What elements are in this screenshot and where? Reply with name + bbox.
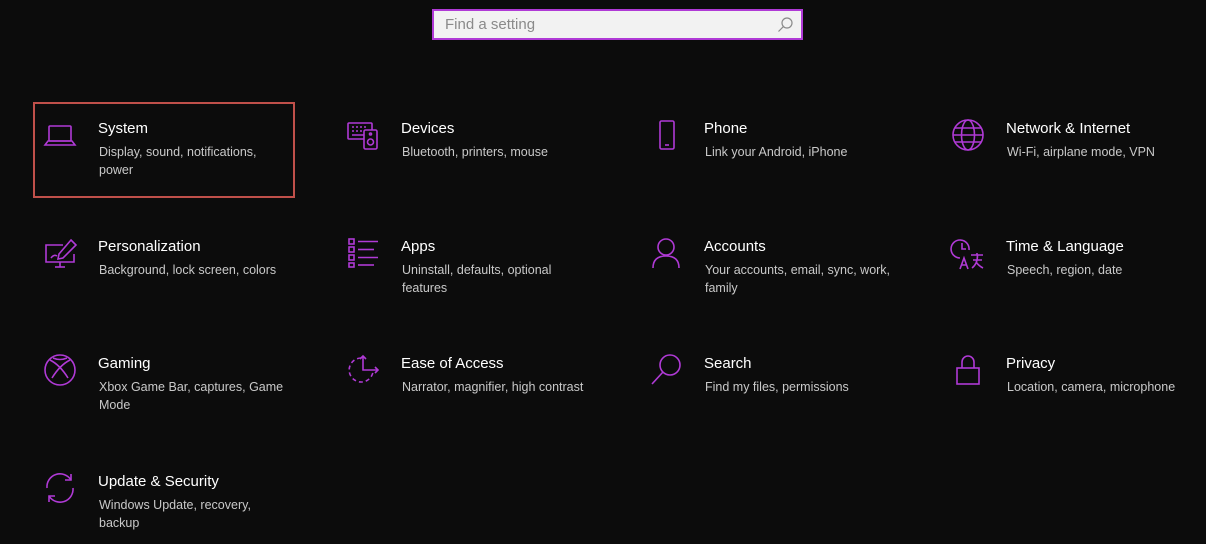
search-icon[interactable] bbox=[777, 16, 794, 33]
apps-list-icon bbox=[344, 234, 382, 272]
tile-title: Personalization bbox=[98, 238, 201, 255]
tile-title: Ease of Access bbox=[401, 355, 504, 372]
tile-title: Network & Internet bbox=[1006, 120, 1131, 137]
tile-devices[interactable]: Devices Bluetooth, printers, mouse bbox=[336, 102, 598, 198]
tile-description: Background, lock screen, colors bbox=[99, 263, 277, 277]
tile-update-security[interactable]: Update & Security Windows Update, recove… bbox=[33, 455, 295, 544]
tile-title: Apps bbox=[401, 238, 436, 255]
ease-of-access-icon bbox=[344, 351, 382, 389]
tile-description: Windows Update, recovery, backup bbox=[99, 498, 251, 530]
tile-ease-of-access[interactable]: Ease of Access Narrator, magnifier, high… bbox=[336, 337, 598, 433]
paint-icon bbox=[41, 234, 79, 272]
settings-home: System Display, sound, notifications, po… bbox=[0, 0, 1206, 544]
tile-title: Privacy bbox=[1006, 355, 1056, 372]
tile-description: Display, sound, notifications, power bbox=[99, 145, 257, 177]
tile-personalization[interactable]: Personalization Background, lock screen,… bbox=[33, 220, 295, 316]
tile-gaming[interactable]: Gaming Xbox Game Bar, captures, Game Mod… bbox=[33, 337, 295, 433]
tile-title: Accounts bbox=[704, 238, 766, 255]
search-box[interactable] bbox=[432, 9, 803, 40]
tile-title: Devices bbox=[401, 120, 455, 137]
sync-icon bbox=[41, 469, 79, 507]
globe-icon bbox=[949, 116, 987, 154]
tile-description: Narrator, magnifier, high contrast bbox=[402, 380, 584, 394]
tile-system[interactable]: System Display, sound, notifications, po… bbox=[33, 102, 295, 198]
tile-title: Search bbox=[704, 355, 752, 372]
search-input[interactable] bbox=[434, 11, 775, 38]
lock-icon bbox=[949, 351, 987, 389]
tile-title: Time & Language bbox=[1006, 238, 1124, 255]
tile-network[interactable]: Network & Internet Wi-Fi, airplane mode,… bbox=[941, 102, 1203, 198]
tile-accounts[interactable]: Accounts Your accounts, email, sync, wor… bbox=[639, 220, 901, 316]
magnifier-icon bbox=[647, 351, 685, 389]
tile-description: Location, camera, microphone bbox=[1007, 380, 1176, 394]
tile-description: Speech, region, date bbox=[1007, 263, 1123, 277]
person-icon bbox=[647, 234, 685, 272]
phone-icon bbox=[647, 116, 685, 154]
tile-description: Xbox Game Bar, captures, Game Mode bbox=[99, 380, 284, 412]
tile-description: Wi-Fi, airplane mode, VPN bbox=[1007, 145, 1155, 159]
tile-description: Your accounts, email, sync, work, family bbox=[705, 263, 891, 295]
time-language-icon bbox=[949, 234, 987, 272]
tile-time-language[interactable]: Time & Language Speech, region, date bbox=[941, 220, 1203, 316]
tile-title: Gaming bbox=[98, 355, 151, 372]
tile-search[interactable]: Search Find my files, permissions bbox=[639, 337, 901, 433]
tile-description: Uninstall, defaults, optional features bbox=[402, 263, 552, 295]
tile-phone[interactable]: Phone Link your Android, iPhone bbox=[639, 102, 901, 198]
devices-icon bbox=[344, 116, 382, 154]
tile-title: System bbox=[98, 120, 149, 137]
tile-title: Phone bbox=[704, 120, 748, 137]
tile-privacy[interactable]: Privacy Location, camera, microphone bbox=[941, 337, 1203, 433]
laptop-icon bbox=[41, 116, 79, 154]
tile-apps[interactable]: Apps Uninstall, defaults, optional featu… bbox=[336, 220, 598, 316]
tile-description: Find my files, permissions bbox=[705, 380, 849, 394]
xbox-icon bbox=[41, 351, 79, 389]
tile-description: Link your Android, iPhone bbox=[705, 145, 848, 159]
tile-title: Update & Security bbox=[98, 473, 219, 490]
tile-description: Bluetooth, printers, mouse bbox=[402, 145, 548, 159]
